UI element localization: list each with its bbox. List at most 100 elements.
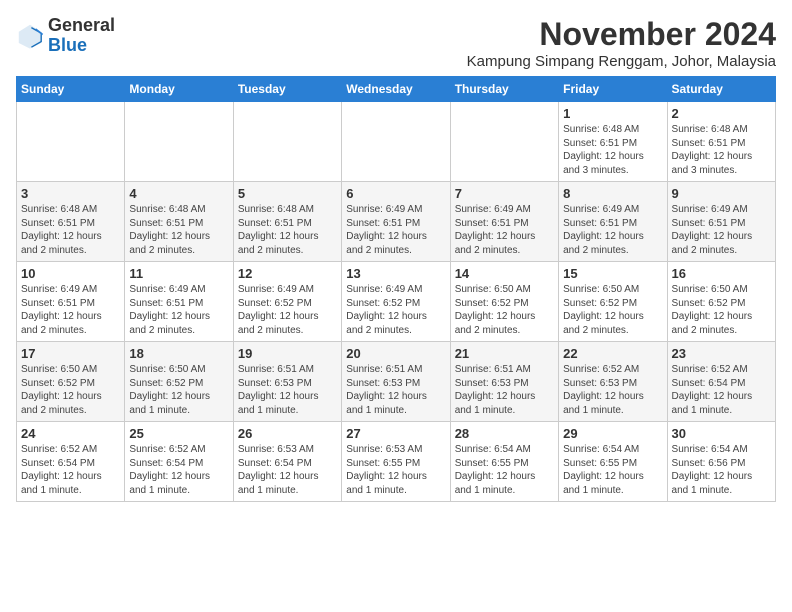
day-number: 18	[129, 346, 228, 361]
day-number: 23	[672, 346, 771, 361]
day-info: Sunrise: 6:49 AM Sunset: 6:51 PM Dayligh…	[455, 203, 554, 257]
calendar-cell: 25 Sunrise: 6:52 AM Sunset: 6:54 PM Dayli…	[125, 422, 233, 502]
day-info: Sunrise: 6:48 AM Sunset: 6:51 PM Dayligh…	[238, 203, 337, 257]
day-number: 14	[455, 266, 554, 281]
calendar-cell: 30 Sunrise: 6:54 AM Sunset: 6:56 PM Dayli…	[667, 422, 775, 502]
logo: General Blue	[16, 16, 115, 56]
day-number: 25	[129, 426, 228, 441]
day-info: Sunrise: 6:53 AM Sunset: 6:54 PM Dayligh…	[238, 443, 337, 497]
calendar-cell: 11 Sunrise: 6:49 AM Sunset: 6:51 PM Dayli…	[125, 262, 233, 342]
logo-general: General	[48, 15, 115, 35]
calendar-cell: 5 Sunrise: 6:48 AM Sunset: 6:51 PM Daylig…	[233, 182, 341, 262]
day-number: 28	[455, 426, 554, 441]
logo-text: General Blue	[48, 16, 115, 56]
calendar-cell: 14 Sunrise: 6:50 AM Sunset: 6:52 PM Dayli…	[450, 262, 558, 342]
day-info: Sunrise: 6:49 AM Sunset: 6:51 PM Dayligh…	[563, 203, 662, 257]
calendar-cell: 27 Sunrise: 6:53 AM Sunset: 6:55 PM Dayli…	[342, 422, 450, 502]
day-number: 3	[21, 186, 120, 201]
page-header: General Blue November 2024 Kampung Simpa…	[16, 16, 776, 70]
calendar-cell: 2 Sunrise: 6:48 AM Sunset: 6:51 PM Daylig…	[667, 102, 775, 182]
day-info: Sunrise: 6:50 AM Sunset: 6:52 PM Dayligh…	[455, 283, 554, 337]
day-info: Sunrise: 6:49 AM Sunset: 6:51 PM Dayligh…	[129, 283, 228, 337]
day-info: Sunrise: 6:50 AM Sunset: 6:52 PM Dayligh…	[129, 363, 228, 417]
weekday-wednesday: Wednesday	[342, 77, 450, 102]
day-number: 24	[21, 426, 120, 441]
day-info: Sunrise: 6:53 AM Sunset: 6:55 PM Dayligh…	[346, 443, 445, 497]
calendar-cell: 7 Sunrise: 6:49 AM Sunset: 6:51 PM Daylig…	[450, 182, 558, 262]
calendar-body: 1Sunrise: 6:48 AM Sunset: 6:51 PM Daylig…	[17, 102, 776, 502]
calendar-cell: 21Sunrise: 6:51 AM Sunset: 6:53 PM Dayli…	[450, 342, 558, 422]
calendar-week-0: 1Sunrise: 6:48 AM Sunset: 6:51 PM Daylig…	[17, 102, 776, 182]
calendar-cell: 23Sunrise: 6:52 AM Sunset: 6:54 PM Dayli…	[667, 342, 775, 422]
day-number: 15	[563, 266, 662, 281]
calendar-week-3: 17 Sunrise: 6:50 AM Sunset: 6:52 PM Dayli…	[17, 342, 776, 422]
day-info: Sunrise: 6:52 AM Sunset: 6:53 PM Dayligh…	[563, 363, 662, 417]
day-number: 26	[238, 426, 337, 441]
calendar-cell: 29Sunrise: 6:54 AM Sunset: 6:55 PM Dayli…	[559, 422, 667, 502]
logo-icon	[16, 22, 44, 50]
calendar-cell: 9Sunrise: 6:49 AM Sunset: 6:51 PM Daylig…	[667, 182, 775, 262]
day-number: 27	[346, 426, 445, 441]
day-info: Sunrise: 6:49 AM Sunset: 6:52 PM Dayligh…	[238, 283, 337, 337]
day-number: 30	[672, 426, 771, 441]
day-number: 4	[129, 186, 228, 201]
calendar-cell: 20Sunrise: 6:51 AM Sunset: 6:53 PM Dayli…	[342, 342, 450, 422]
day-info: Sunrise: 6:48 AM Sunset: 6:51 PM Dayligh…	[672, 123, 771, 177]
day-info: Sunrise: 6:49 AM Sunset: 6:52 PM Dayligh…	[346, 283, 445, 337]
day-number: 7	[455, 186, 554, 201]
calendar-cell: 28 Sunrise: 6:54 AM Sunset: 6:55 PM Dayli…	[450, 422, 558, 502]
day-number: 12	[238, 266, 337, 281]
location: Kampung Simpang Renggam, Johor, Malaysia	[467, 53, 776, 70]
calendar-cell	[342, 102, 450, 182]
calendar-cell	[17, 102, 125, 182]
day-number: 6	[346, 186, 445, 201]
day-number: 17	[21, 346, 120, 361]
calendar-cell: 22 Sunrise: 6:52 AM Sunset: 6:53 PM Dayli…	[559, 342, 667, 422]
day-number: 8	[563, 186, 662, 201]
calendar-week-2: 10 Sunrise: 6:49 AM Sunset: 6:51 PM Dayli…	[17, 262, 776, 342]
day-number: 16	[672, 266, 771, 281]
calendar-cell: 10Sunrise: 6:49 AM Sunset: 6:51 PM Dayli…	[17, 262, 125, 342]
day-info: Sunrise: 6:52 AM Sunset: 6:54 PM Dayligh…	[21, 443, 120, 497]
day-info: Sunrise: 6:48 AM Sunset: 6:51 PM Dayligh…	[129, 203, 228, 257]
calendar-cell	[233, 102, 341, 182]
calendar: SundayMondayTuesdayWednesdayThursdayFrid…	[16, 76, 776, 502]
calendar-cell: 8 Sunrise: 6:49 AM Sunset: 6:51 PM Daylig…	[559, 182, 667, 262]
day-info: Sunrise: 6:49 AM Sunset: 6:51 PM Dayligh…	[672, 203, 771, 257]
day-number: 2	[672, 106, 771, 121]
day-number: 20	[346, 346, 445, 361]
day-number: 11	[129, 266, 228, 281]
calendar-week-4: 24 Sunrise: 6:52 AM Sunset: 6:54 PM Dayli…	[17, 422, 776, 502]
calendar-cell: 4 Sunrise: 6:48 AM Sunset: 6:51 PM Daylig…	[125, 182, 233, 262]
day-info: Sunrise: 6:49 AM Sunset: 6:51 PM Dayligh…	[346, 203, 445, 257]
calendar-cell: 18 Sunrise: 6:50 AM Sunset: 6:52 PM Dayli…	[125, 342, 233, 422]
calendar-cell: 15 Sunrise: 6:50 AM Sunset: 6:52 PM Dayli…	[559, 262, 667, 342]
calendar-cell: 13Sunrise: 6:49 AM Sunset: 6:52 PM Dayli…	[342, 262, 450, 342]
weekday-tuesday: Tuesday	[233, 77, 341, 102]
day-number: 5	[238, 186, 337, 201]
day-number: 10	[21, 266, 120, 281]
title-block: November 2024 Kampung Simpang Renggam, J…	[467, 16, 776, 70]
calendar-cell	[450, 102, 558, 182]
day-info: Sunrise: 6:54 AM Sunset: 6:55 PM Dayligh…	[455, 443, 554, 497]
day-info: Sunrise: 6:50 AM Sunset: 6:52 PM Dayligh…	[563, 283, 662, 337]
calendar-cell	[125, 102, 233, 182]
day-info: Sunrise: 6:51 AM Sunset: 6:53 PM Dayligh…	[238, 363, 337, 417]
day-info: Sunrise: 6:48 AM Sunset: 6:51 PM Dayligh…	[563, 123, 662, 177]
weekday-sunday: Sunday	[17, 77, 125, 102]
day-number: 19	[238, 346, 337, 361]
weekday-thursday: Thursday	[450, 77, 558, 102]
calendar-cell: 16Sunrise: 6:50 AM Sunset: 6:52 PM Dayli…	[667, 262, 775, 342]
day-info: Sunrise: 6:54 AM Sunset: 6:56 PM Dayligh…	[672, 443, 771, 497]
calendar-cell: 6 Sunrise: 6:49 AM Sunset: 6:51 PM Daylig…	[342, 182, 450, 262]
day-number: 22	[563, 346, 662, 361]
calendar-cell: 19 Sunrise: 6:51 AM Sunset: 6:53 PM Dayli…	[233, 342, 341, 422]
calendar-cell: 17 Sunrise: 6:50 AM Sunset: 6:52 PM Dayli…	[17, 342, 125, 422]
day-info: Sunrise: 6:52 AM Sunset: 6:54 PM Dayligh…	[129, 443, 228, 497]
calendar-cell: 3Sunrise: 6:48 AM Sunset: 6:51 PM Daylig…	[17, 182, 125, 262]
day-info: Sunrise: 6:54 AM Sunset: 6:55 PM Dayligh…	[563, 443, 662, 497]
day-info: Sunrise: 6:51 AM Sunset: 6:53 PM Dayligh…	[455, 363, 554, 417]
day-info: Sunrise: 6:50 AM Sunset: 6:52 PM Dayligh…	[21, 363, 120, 417]
calendar-cell: 1Sunrise: 6:48 AM Sunset: 6:51 PM Daylig…	[559, 102, 667, 182]
weekday-saturday: Saturday	[667, 77, 775, 102]
